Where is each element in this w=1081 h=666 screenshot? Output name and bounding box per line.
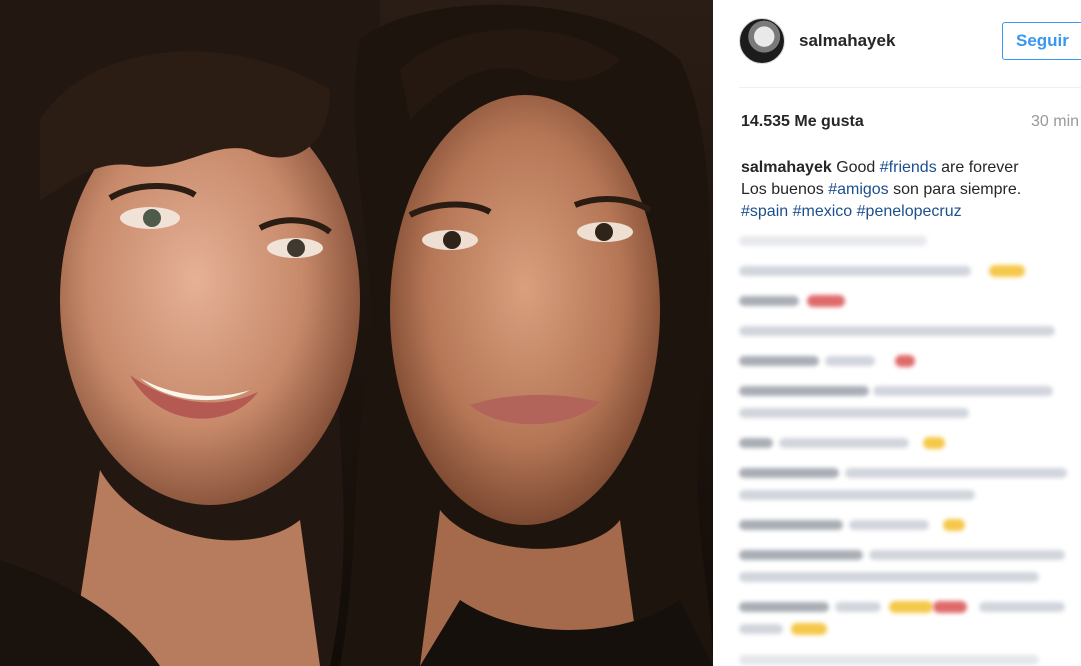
caption-text-2: Los buenos [741,181,829,198]
caption-text-1: Good [836,159,880,176]
follow-button[interactable]: Seguir [1002,22,1081,60]
post-caption: salmahayek Good #friends are forever Los… [741,157,1071,223]
divider [739,87,1081,88]
post-time[interactable]: 30 min [1031,113,1079,131]
instagram-post: salmahayek Seguir 14.535 Me gusta 30 min… [0,0,1081,666]
selfie-photo [0,0,713,666]
post-side-panel: salmahayek Seguir 14.535 Me gusta 30 min… [713,0,1081,666]
hashtag-mexico[interactable]: #mexico [793,203,853,220]
blurred-comment [739,230,1081,665]
likes-count[interactable]: 14.535 Me gusta [741,113,864,131]
caption-text-2b: son para siempre. [888,181,1022,198]
post-photo[interactable] [0,0,713,666]
avatar[interactable] [739,18,785,64]
caption-text-1b: are forever [936,159,1019,176]
hashtag-spain[interactable]: #spain [741,203,788,220]
hashtag-amigos[interactable]: #amigos [828,181,888,198]
caption-username[interactable]: salmahayek [741,159,832,176]
hashtag-penelopecruz[interactable]: #penelopecruz [857,203,962,220]
username-link[interactable]: salmahayek [799,31,895,51]
post-header: salmahayek Seguir [713,0,1081,86]
hashtag-friends[interactable]: #friends [880,159,937,176]
comments-list [739,230,1081,665]
